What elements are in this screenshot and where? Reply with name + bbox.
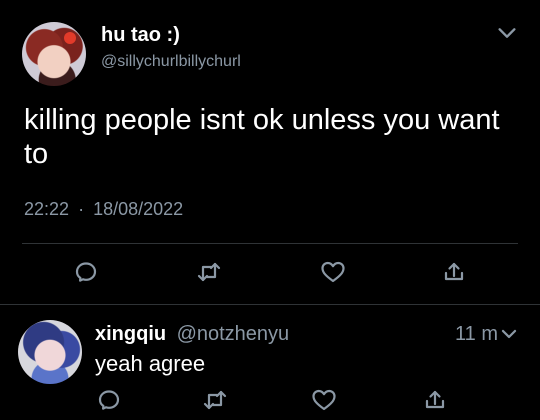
avatar-xingqiu[interactable] [18, 320, 82, 384]
retweet-icon[interactable] [196, 260, 222, 284]
reply-time: 11 m [455, 323, 498, 345]
reply-display-name[interactable]: xingqiu [95, 323, 166, 345]
reply-text: yeah agree [95, 351, 206, 376]
display-name[interactable]: hu tao :) [101, 24, 180, 47]
tweet-date: 18/08/2022 [93, 199, 184, 219]
reply-share-icon[interactable] [423, 388, 447, 412]
reply-retweet-icon[interactable] [202, 388, 228, 412]
tweet-divider [0, 304, 540, 305]
meta-separator: · [78, 199, 85, 219]
reply-icon[interactable] [74, 260, 98, 284]
reply-reply-icon[interactable] [97, 388, 121, 412]
actions-divider [22, 243, 518, 244]
share-icon[interactable] [442, 260, 466, 284]
chevron-down-icon[interactable] [496, 22, 518, 44]
reply-chevron-down-icon[interactable] [500, 325, 518, 343]
avatar-hu-tao[interactable] [22, 22, 86, 86]
tweet-timestamp: 22:22 · 18/08/2022 [24, 199, 183, 220]
tweet-time: 22:22 [24, 199, 70, 219]
reply-like-icon[interactable] [311, 388, 337, 412]
user-handle[interactable]: @sillychurlbillychurl [101, 53, 241, 71]
reply-header: xingqiu @notzhenyu [95, 323, 289, 346]
tweet-text: killing people isnt ok unless you want t… [24, 104, 500, 170]
flower-decoration-icon [64, 32, 76, 44]
reply-handle[interactable]: @notzhenyu [177, 323, 290, 345]
like-icon[interactable] [320, 260, 346, 284]
